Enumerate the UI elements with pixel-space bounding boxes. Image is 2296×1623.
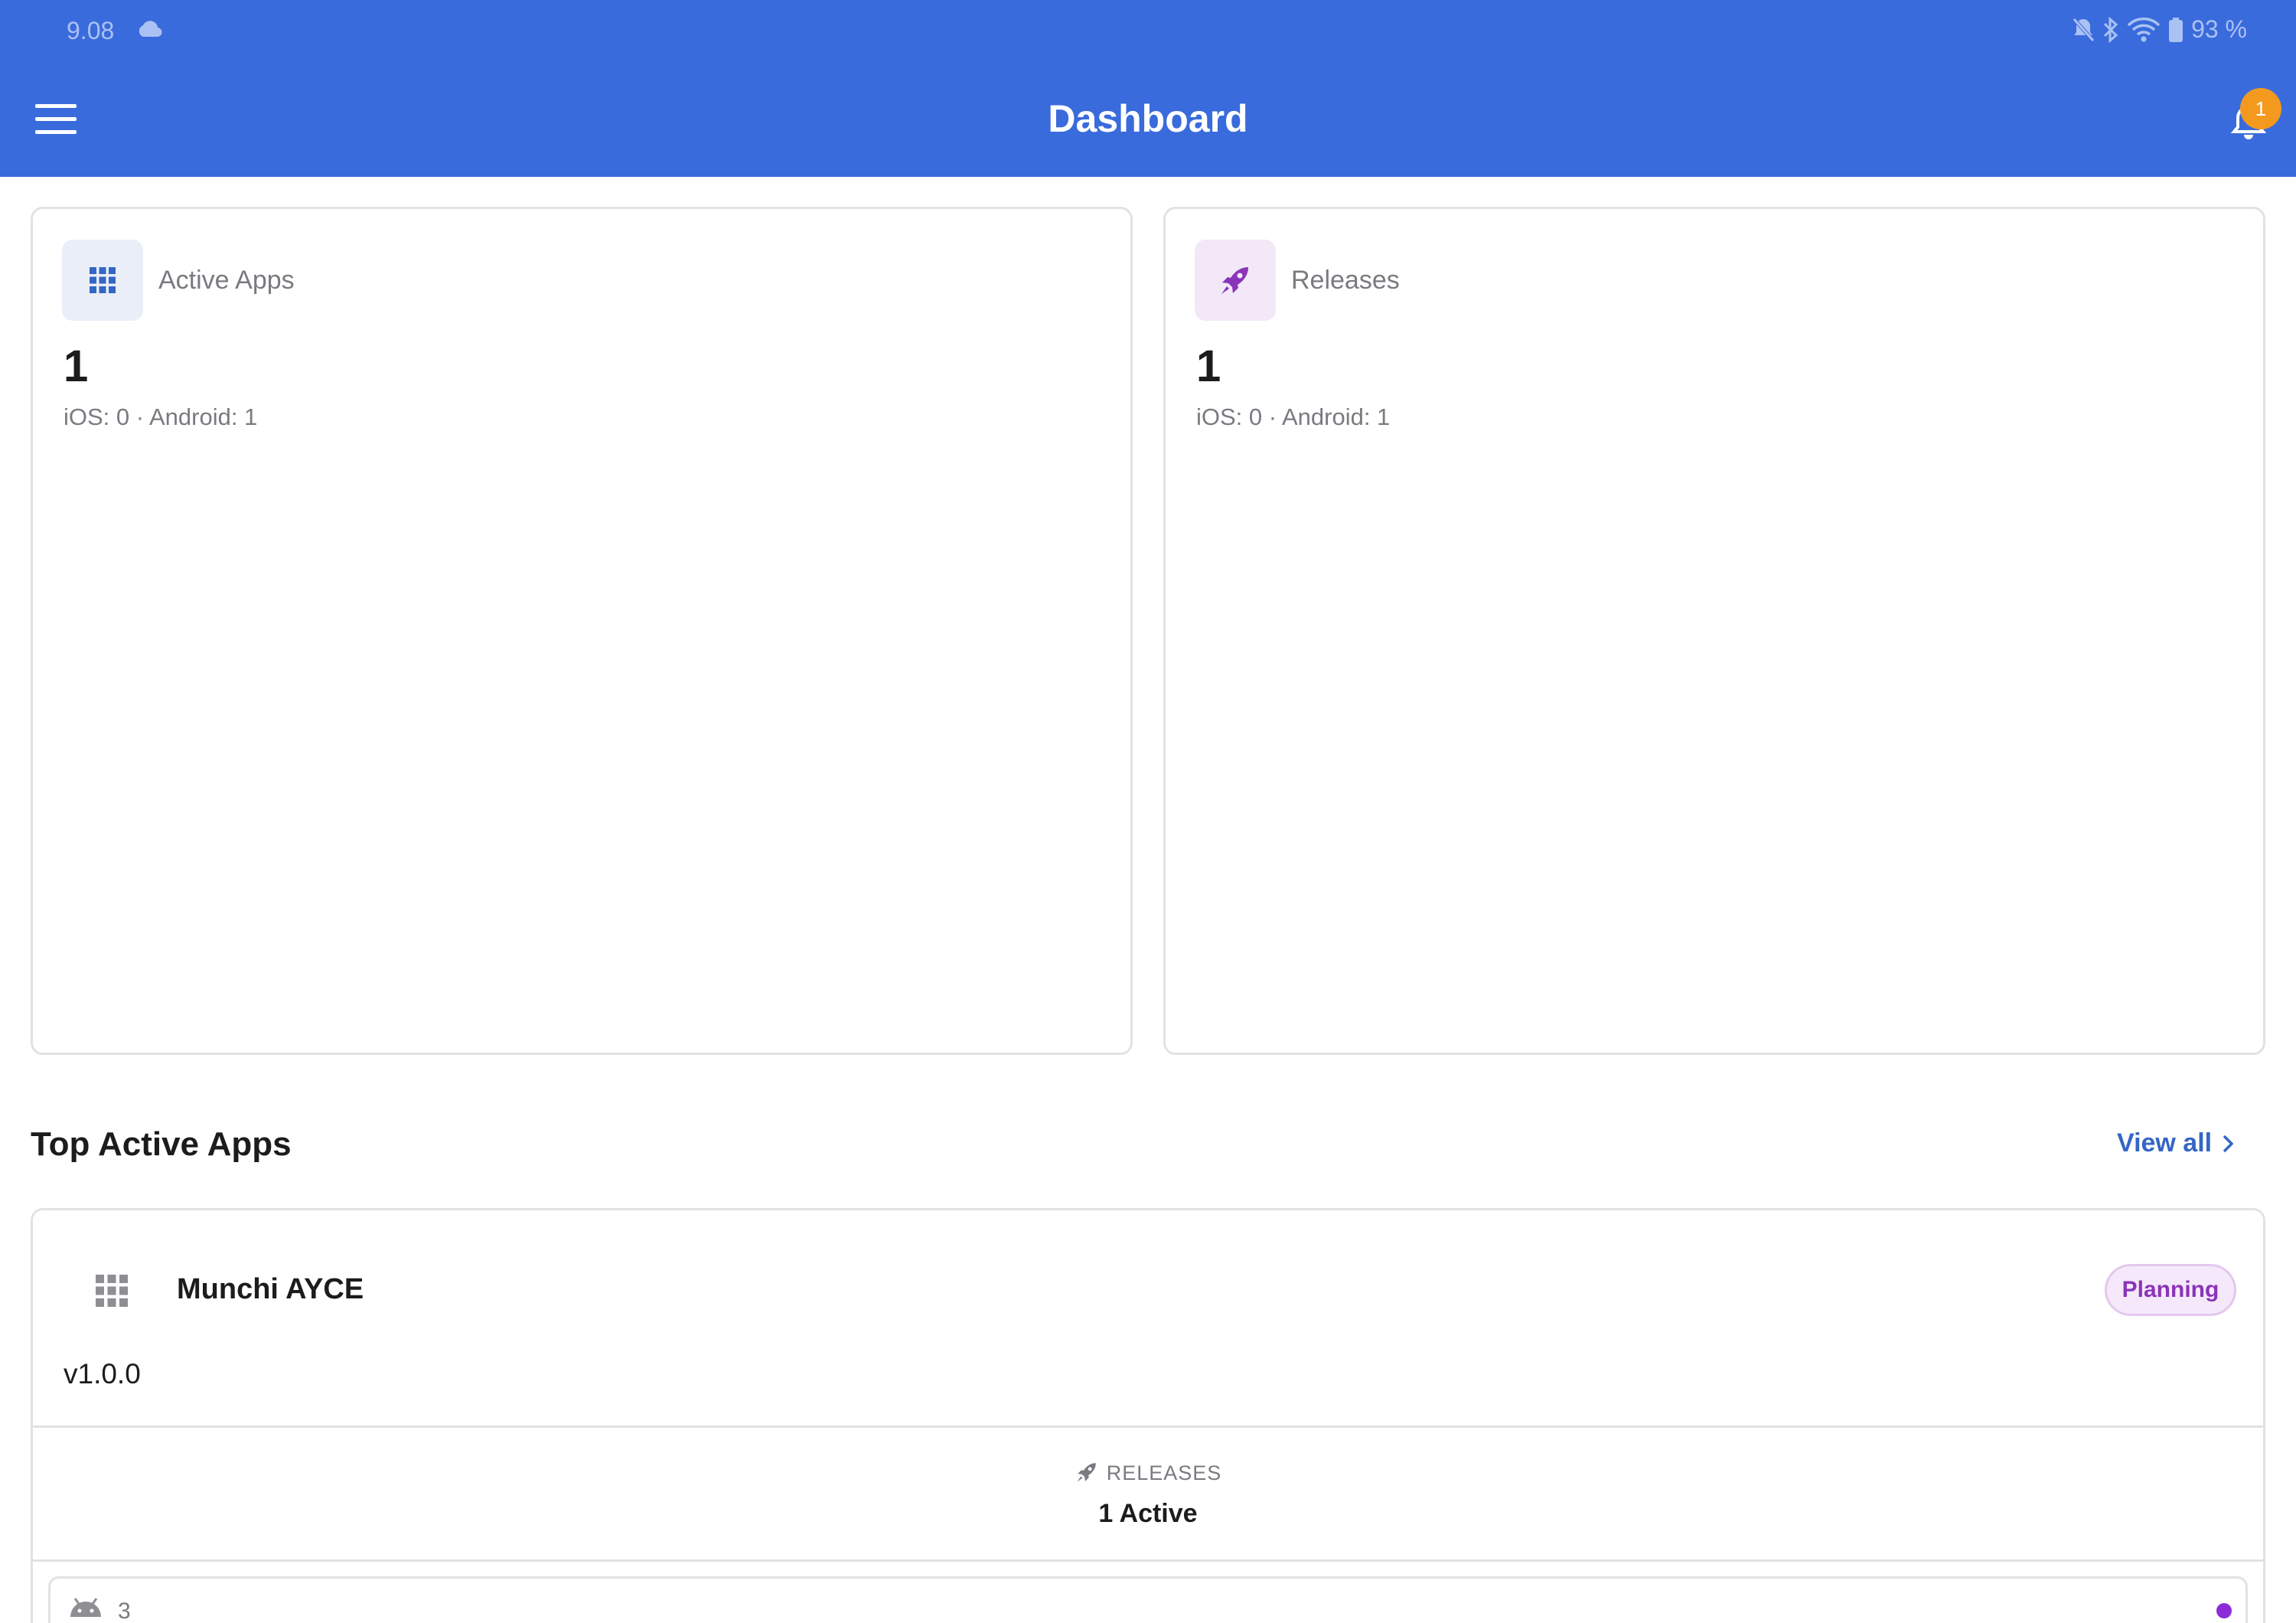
releases-section-label: RELEASES <box>33 1460 2263 1485</box>
section-title: Top Active Apps <box>31 1125 292 1163</box>
app-version: v1.0.0 <box>64 1358 141 1390</box>
wifi-icon <box>2127 17 2161 43</box>
rocket-icon <box>1195 240 1276 321</box>
status-badge: Planning <box>2105 1264 2236 1316</box>
status-icons: 93 % <box>2072 15 2247 44</box>
releases-card[interactable]: Releases 1 iOS: 0 · Android: 1 <box>1163 207 2265 1055</box>
releases-active-count: 1 Active <box>1098 1499 1198 1528</box>
page-title: Dashboard <box>1048 97 1248 140</box>
platform-row[interactable]: 3 <box>48 1576 2248 1623</box>
active-apps-label: Active Apps <box>158 266 295 295</box>
app-name: Munchi AYCE <box>177 1273 364 1305</box>
bluetooth-icon <box>2102 16 2119 43</box>
releases-breakdown: iOS: 0 · Android: 1 <box>1196 403 1391 430</box>
android-icon <box>67 1595 104 1622</box>
releases-section-text: RELEASES <box>1106 1461 1222 1484</box>
divider <box>33 1559 2263 1562</box>
status-dot <box>2216 1603 2232 1618</box>
releases-label: Releases <box>1291 266 1400 295</box>
divider <box>33 1425 2263 1428</box>
releases-value: 1 <box>1196 341 1221 391</box>
cloud-icon <box>136 21 162 41</box>
app-card[interactable]: Munchi AYCE Planning v1.0.0 RELEASES 1 A… <box>31 1208 2265 1623</box>
view-all-link[interactable]: View all <box>2117 1128 2234 1158</box>
grid-icon <box>62 240 143 321</box>
rocket-icon <box>1077 1463 1096 1482</box>
status-time: 9.08 <box>67 17 115 44</box>
app-grid-icon <box>94 1273 129 1312</box>
app-header: 9.08 93 % Dashboard 1 <box>0 0 2296 177</box>
battery-icon <box>2168 17 2183 43</box>
platform-count: 3 <box>118 1599 131 1623</box>
active-apps-value: 1 <box>64 341 89 391</box>
chevron-right-icon <box>2223 1135 2234 1152</box>
active-apps-breakdown: iOS: 0 · Android: 1 <box>64 403 258 430</box>
battery-level: 93 % <box>2191 15 2247 43</box>
active-apps-card[interactable]: Active Apps 1 iOS: 0 · Android: 1 <box>31 207 1133 1055</box>
notification-badge: 1 <box>2240 88 2281 129</box>
notifications-off-icon <box>2072 17 2095 43</box>
view-all-label: View all <box>2117 1128 2213 1158</box>
